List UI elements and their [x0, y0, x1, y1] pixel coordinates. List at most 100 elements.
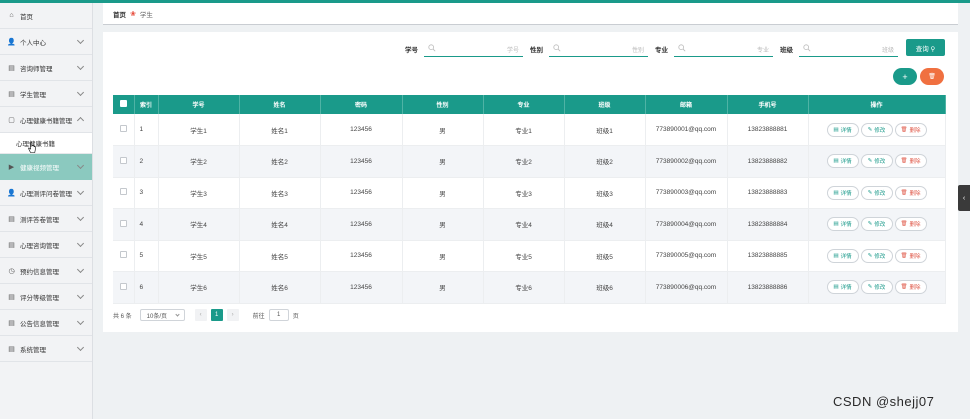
- side-collapse-tab[interactable]: ‹: [958, 185, 970, 211]
- submenu-item-health-books[interactable]: 心理健康书籍: [0, 133, 92, 154]
- detail-button[interactable]: ▤ 详情: [826, 217, 859, 232]
- table-header-row: 索引 学号 姓名 密码 性别 专业 班级 邮箱 手机号 操作: [113, 95, 946, 114]
- pencil-icon: ✎: [867, 189, 873, 196]
- sidebar: ⌂ 首页 👤 个人中心 ▤ 咨询师管理 ▤ 学生管理 ▢ 心理健康书籍管理 心理健康书籍 ▶ 健康视频管…: [0, 3, 93, 419]
- delete-button[interactable]: 🗑 删除: [894, 248, 927, 263]
- sidebar-item-1[interactable]: 👤 个人中心: [0, 29, 92, 55]
- column-header: 姓名: [239, 95, 321, 114]
- breadcrumb-home[interactable]: 首页: [113, 9, 126, 19]
- goto-page-input[interactable]: 1: [268, 309, 289, 321]
- edit-button[interactable]: ✎ 修改: [860, 248, 893, 263]
- table-cell: 123456: [320, 114, 403, 146]
- action-label: 详情: [840, 127, 852, 134]
- detail-button[interactable]: ▤ 详情: [826, 122, 859, 137]
- action-label: 修改: [874, 222, 886, 229]
- pencil-icon: ✎: [867, 158, 873, 165]
- page-size-select[interactable]: 10条/页: [139, 309, 185, 321]
- row-checkbox[interactable]: [119, 188, 127, 196]
- batch-delete-button[interactable]: 🗑: [920, 68, 944, 85]
- goto-suffix: 页: [292, 313, 299, 320]
- table-cell: 13823888886: [727, 271, 809, 304]
- table-cell: 773890002@qq.com: [645, 145, 728, 178]
- page-number-current[interactable]: 1: [210, 309, 223, 321]
- table-cell: 姓名1: [239, 114, 321, 146]
- table-cell: 773890006@qq.com: [645, 271, 728, 304]
- delete-button[interactable]: 🗑 删除: [894, 280, 927, 295]
- table-cell: 班级4: [564, 208, 646, 241]
- edit-button[interactable]: ✎ 修改: [860, 280, 893, 295]
- row-checkbox[interactable]: [119, 282, 127, 290]
- table-cell: 773890005@qq.com: [645, 240, 728, 272]
- action-label: 删除: [909, 190, 921, 197]
- table-cell: 13823888881: [727, 114, 809, 146]
- detail-button[interactable]: ▤ 详情: [826, 185, 859, 200]
- detail-button[interactable]: ▤ 详情: [826, 248, 859, 263]
- next-page-button[interactable]: ›: [226, 309, 239, 321]
- edit-button[interactable]: ✎ 修改: [860, 217, 893, 232]
- delete-button[interactable]: 🗑 删除: [894, 185, 927, 200]
- table-cell: 班级5: [564, 240, 646, 272]
- sidebar-item-12[interactable]: ▤ 系统管理: [0, 336, 92, 362]
- search-input-class[interactable]: 班级: [799, 40, 898, 57]
- column-header: 手机号: [727, 95, 809, 114]
- search-input-major[interactable]: 专业: [674, 40, 773, 57]
- sidebar-item-5[interactable]: ▶ 健康视频管理: [0, 154, 92, 180]
- flower-icon: ❀: [130, 10, 136, 18]
- action-label: 修改: [874, 127, 886, 134]
- table-cell: 学生3: [158, 177, 240, 209]
- sidebar-item-label: 学生管理: [20, 91, 46, 99]
- delete-button[interactable]: 🗑 删除: [894, 154, 927, 169]
- sidebar-item-0[interactable]: ⌂ 首页: [0, 3, 92, 29]
- detail-button[interactable]: ▤ 详情: [826, 154, 859, 169]
- table-cell: 3: [134, 177, 159, 209]
- row-checkbox[interactable]: [119, 125, 127, 132]
- row-actions-cell: ▤ 详情 ✎ 修改 🗑 删除: [808, 114, 946, 146]
- table-cell: 姓名3: [239, 177, 321, 209]
- sidebar-item-6[interactable]: 👤 心理测评问卷管理: [0, 180, 92, 206]
- sidebar-item-4[interactable]: ▢ 心理健康书籍管理: [0, 107, 92, 133]
- chevron-down-icon: [76, 291, 85, 300]
- select-all-checkbox[interactable]: [119, 100, 127, 107]
- search-input-gender[interactable]: 性别: [549, 40, 648, 57]
- row-checkbox[interactable]: [119, 251, 127, 259]
- table-cell: 773890001@qq.com: [645, 114, 728, 146]
- delete-button[interactable]: 🗑 删除: [894, 217, 927, 232]
- trash-icon: 🗑: [900, 284, 908, 291]
- detail-button[interactable]: ▤ 详情: [826, 280, 859, 295]
- select-all-cell: [113, 95, 135, 114]
- edit-button[interactable]: ✎ 修改: [860, 154, 893, 169]
- hand-cursor-icon: [28, 142, 36, 153]
- search-label-gender: 性别: [530, 47, 543, 54]
- row-checkbox[interactable]: [119, 219, 127, 227]
- breadcrumb: 首页 ❀ 学生: [103, 3, 958, 25]
- query-button[interactable]: 查询 ⚲: [906, 39, 945, 56]
- trash-icon: 🗑: [900, 158, 908, 165]
- sidebar-item-3[interactable]: ▤ 学生管理: [0, 81, 92, 107]
- add-button[interactable]: +: [893, 68, 917, 85]
- delete-button[interactable]: 🗑 删除: [894, 122, 927, 137]
- pencil-icon: ✎: [867, 126, 873, 133]
- sidebar-item-11[interactable]: ▤ 公告信息管理: [0, 310, 92, 336]
- action-label: 详情: [840, 253, 852, 260]
- search-label-class: 班级: [780, 47, 793, 54]
- prev-page-button[interactable]: ‹: [194, 309, 207, 321]
- sidebar-item-9[interactable]: ◷ 预约信息管理: [0, 258, 92, 284]
- sidebar-item-7[interactable]: ▤ 测评答卷管理: [0, 206, 92, 232]
- action-label: 删除: [909, 253, 921, 260]
- chevron-down-icon: [76, 239, 85, 248]
- sidebar-item-2[interactable]: ▤ 咨询师管理: [0, 55, 92, 81]
- list-icon: ▤: [8, 215, 15, 223]
- sidebar-item-8[interactable]: ▤ 心理咨询管理: [0, 232, 92, 258]
- list-icon: ▤: [833, 126, 839, 133]
- edit-button[interactable]: ✎ 修改: [860, 122, 893, 137]
- chevron-down-icon: [76, 187, 85, 196]
- table-cell: 4: [134, 208, 159, 241]
- row-checkbox[interactable]: [119, 156, 127, 164]
- sidebar-item-10[interactable]: ▤ 评分等级管理: [0, 284, 92, 310]
- user-icon: 👤: [7, 38, 16, 46]
- edit-button[interactable]: ✎ 修改: [860, 185, 893, 200]
- table-cell: 姓名2: [239, 145, 321, 178]
- search-input-student-id[interactable]: 学号: [424, 40, 523, 57]
- action-label: 详情: [840, 159, 852, 166]
- table-cell: 专业3: [483, 177, 565, 209]
